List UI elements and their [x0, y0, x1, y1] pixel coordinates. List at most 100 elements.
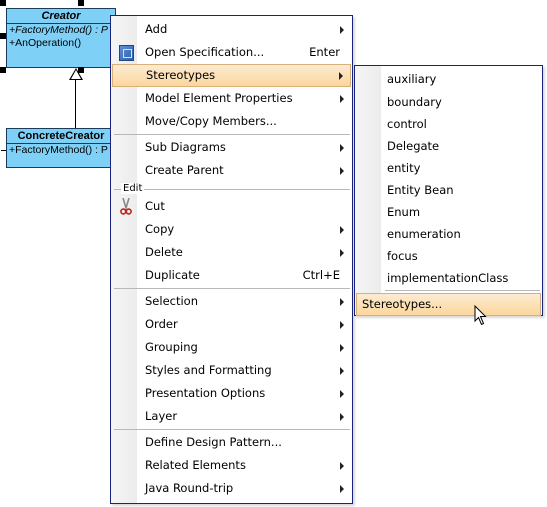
submenu-arrow-icon	[340, 413, 344, 421]
stereotype-item[interactable]: Enum	[355, 201, 542, 223]
shortcut-label: Ctrl+E	[302, 268, 340, 282]
menu-item-stereotypes-more[interactable]: Stereotypes...	[356, 293, 541, 316]
stereotype-item[interactable]: auxiliary	[355, 68, 542, 91]
generalization-line[interactable]	[75, 80, 76, 128]
uml-class-creator[interactable]: Creator +FactoryMethod() : P +AnOperatio…	[6, 8, 116, 68]
menu-item-label: Related Elements	[145, 458, 246, 472]
menu-item-label: Define Design Pattern...	[145, 435, 282, 449]
menu-item-java-round-trip[interactable]: Java Round-trip	[111, 477, 352, 500]
class-operation: +FactoryMethod() : P	[9, 144, 108, 156]
menu-item-sub-diagrams[interactable]: Sub Diagrams	[111, 136, 352, 159]
menu-item-open-specification[interactable]: Open Specification... Enter	[111, 41, 352, 64]
stereotype-item[interactable]: implementationClass	[355, 267, 542, 289]
menu-item-label: entity	[387, 161, 421, 175]
submenu-arrow-icon	[340, 226, 344, 234]
menu-item-styles-and-formatting[interactable]: Styles and Formatting	[111, 359, 352, 382]
menu-item-label: implementationClass	[387, 271, 509, 285]
generalization-arrowhead	[69, 68, 83, 80]
menu-item-label: focus	[387, 249, 418, 263]
menu-item-label: Presentation Options	[145, 386, 266, 400]
menu-item-label: Styles and Formatting	[145, 363, 272, 377]
menu-item-label: Duplicate	[145, 268, 200, 282]
menu-item-label: Create Parent	[145, 163, 224, 177]
menu-item-presentation-options[interactable]: Presentation Options	[111, 382, 352, 405]
scissors-icon	[120, 198, 132, 215]
menu-item-label: boundary	[387, 95, 442, 109]
resize-handle[interactable]	[0, 0, 6, 6]
uml-class-concrete-creator[interactable]: ConcreteCreator +FactoryMethod() : P	[6, 128, 116, 168]
stereotype-item[interactable]: enumeration	[355, 223, 542, 245]
shortcut-label: Enter	[309, 45, 340, 59]
menu-item-create-parent[interactable]: Create Parent	[111, 159, 352, 182]
menu-item-label: enumeration	[387, 227, 461, 241]
menu-item-selection[interactable]: Selection	[111, 290, 352, 313]
menu-item-label: Entity Bean	[387, 183, 454, 197]
menu-item-duplicate[interactable]: Duplicate Ctrl+E	[111, 264, 352, 287]
submenu-arrow-icon	[340, 144, 344, 152]
menu-item-label: Delete	[145, 245, 183, 259]
submenu-arrow-icon	[340, 390, 344, 398]
menu-separator	[114, 288, 350, 289]
resize-handle[interactable]	[0, 33, 6, 39]
menu-separator	[385, 290, 540, 291]
menu-item-label: Stereotypes	[146, 68, 216, 82]
group-title-label: Edit	[121, 183, 145, 194]
resize-handle[interactable]	[78, 0, 84, 6]
submenu-arrow-icon	[340, 485, 344, 493]
menu-item-related-elements[interactable]: Related Elements	[111, 454, 352, 477]
resize-handle[interactable]	[0, 67, 6, 73]
menu-item-stereotypes[interactable]: Stereotypes	[112, 64, 351, 87]
menu-item-label: Move/Copy Members...	[145, 114, 277, 128]
menu-item-label: Add	[145, 22, 168, 36]
submenu-arrow-icon	[340, 321, 344, 329]
menu-item-label: Open Specification...	[145, 45, 265, 59]
menu-item-label: Cut	[145, 199, 165, 213]
stereotype-item[interactable]: control	[355, 113, 542, 135]
menu-item-move-copy-members[interactable]: Move/Copy Members...	[111, 110, 352, 133]
menu-item-label: Order	[145, 317, 178, 331]
class-operation: +FactoryMethod() : P	[9, 24, 108, 36]
stereotype-item[interactable]: entity	[355, 157, 542, 179]
menu-item-grouping[interactable]: Grouping	[111, 336, 352, 359]
menu-item-label: Copy	[145, 222, 175, 236]
stereotype-item[interactable]: boundary	[355, 91, 542, 113]
connector-stub	[1, 150, 6, 151]
class-operation: +AnOperation()	[9, 37, 82, 49]
menu-item-cut[interactable]: Cut	[111, 195, 352, 218]
menu-item-label: Java Round-trip	[145, 481, 234, 495]
stereotypes-submenu: auxiliary boundary control Delegate enti…	[354, 65, 543, 316]
menu-item-copy[interactable]: Copy	[111, 218, 352, 241]
menu-separator	[114, 134, 350, 135]
submenu-arrow-icon	[340, 167, 344, 175]
menu-item-label: Grouping	[145, 340, 198, 354]
menu-group-title-edit: Edit	[111, 182, 352, 195]
class-name: ConcreteCreator	[7, 129, 115, 144]
menu-item-label: Model Element Properties	[145, 91, 293, 105]
menu-item-label: Selection	[145, 294, 198, 308]
submenu-arrow-icon	[340, 95, 344, 103]
specification-icon	[119, 45, 134, 61]
menu-item-define-design-pattern[interactable]: Define Design Pattern...	[111, 431, 352, 454]
stereotype-item[interactable]: Entity Bean	[355, 179, 542, 201]
menu-item-delete[interactable]: Delete	[111, 241, 352, 264]
stereotype-item[interactable]: Delegate	[355, 135, 542, 157]
submenu-arrow-icon	[339, 72, 343, 80]
menu-item-label: Layer	[145, 409, 178, 423]
menu-item-model-element-properties[interactable]: Model Element Properties	[111, 87, 352, 110]
menu-item-order[interactable]: Order	[111, 313, 352, 336]
submenu-arrow-icon	[340, 249, 344, 257]
menu-separator	[114, 429, 350, 430]
class-name: Creator	[7, 9, 115, 24]
stereotype-item[interactable]: focus	[355, 245, 542, 267]
submenu-arrow-icon	[340, 344, 344, 352]
submenu-arrow-icon	[340, 298, 344, 306]
menu-item-label: control	[387, 117, 427, 131]
menu-item-label: Enum	[387, 205, 421, 219]
menu-item-add[interactable]: Add	[111, 18, 352, 41]
menu-item-layer[interactable]: Layer	[111, 405, 352, 428]
submenu-arrow-icon	[340, 367, 344, 375]
submenu-arrow-icon	[340, 462, 344, 470]
menu-item-label: Stereotypes...	[362, 297, 443, 311]
menu-item-label: Sub Diagrams	[145, 140, 226, 154]
context-menu: Add Open Specification... Enter Stereotyp…	[110, 15, 353, 504]
